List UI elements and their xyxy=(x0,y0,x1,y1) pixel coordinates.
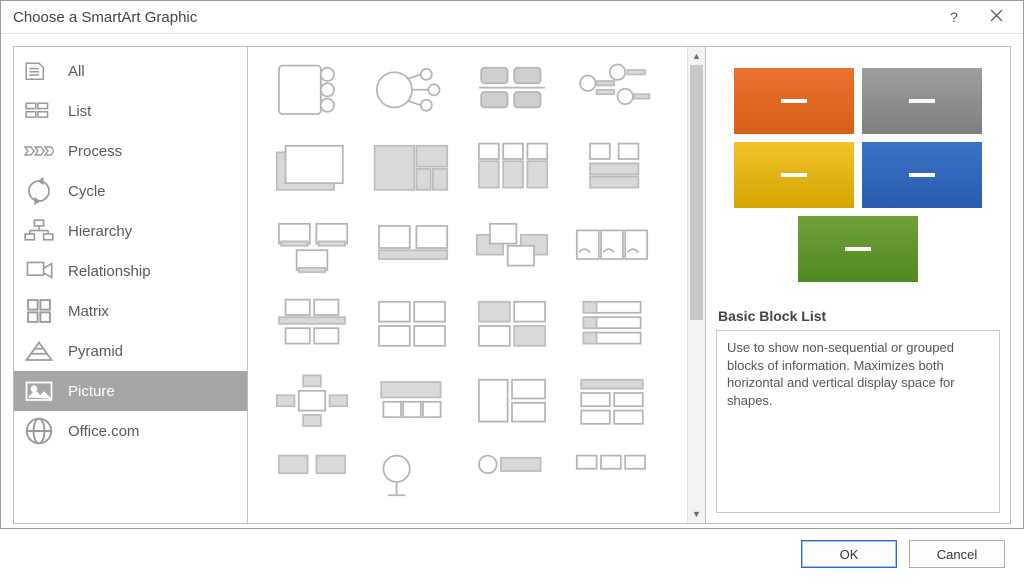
smartart-thumb[interactable] xyxy=(468,59,556,121)
smartart-thumb[interactable] xyxy=(368,371,456,433)
preview-block xyxy=(862,142,982,208)
window-title: Choose a SmartArt Graphic xyxy=(13,9,933,26)
category-picture[interactable]: Picture xyxy=(14,371,247,411)
category-label: Process xyxy=(68,143,237,160)
category-process[interactable]: Process xyxy=(14,131,247,171)
help-button[interactable]: ? xyxy=(933,1,975,33)
category-label: All xyxy=(68,63,237,80)
smartart-thumb[interactable] xyxy=(468,293,556,355)
category-cycle[interactable]: Cycle xyxy=(14,171,247,211)
smartart-thumb[interactable] xyxy=(268,137,356,199)
category-panel: All List Process xyxy=(13,46,248,524)
category-pyramid[interactable]: Pyramid xyxy=(14,331,247,371)
category-officecom[interactable]: Office.com xyxy=(14,411,247,451)
smartart-thumb[interactable] xyxy=(268,215,356,277)
scroll-track[interactable] xyxy=(688,65,705,505)
scroll-down-button[interactable]: ▼ xyxy=(688,505,705,523)
scroll-up-button[interactable]: ▲ xyxy=(688,47,705,65)
list-icon xyxy=(24,100,54,122)
cycle-icon xyxy=(24,180,54,202)
dialog-button-row: OK Cancel xyxy=(1,530,1023,578)
gallery-grid xyxy=(248,47,705,523)
smartart-thumb[interactable] xyxy=(268,293,356,355)
category-relationship[interactable]: Relationship xyxy=(14,251,247,291)
matrix-icon xyxy=(24,300,54,322)
smartart-thumb[interactable] xyxy=(368,137,456,199)
preview-blocks xyxy=(734,68,982,282)
smartart-dialog: Choose a SmartArt Graphic ? All xyxy=(0,0,1024,529)
category-hierarchy[interactable]: Hierarchy xyxy=(14,211,247,251)
smartart-thumb[interactable] xyxy=(468,137,556,199)
smartart-thumb[interactable] xyxy=(468,449,556,511)
smartart-thumb[interactable] xyxy=(568,215,656,277)
pyramid-icon xyxy=(24,340,54,362)
main-row: All List Process xyxy=(1,34,1023,530)
picture-icon xyxy=(24,380,54,402)
smartart-thumb[interactable] xyxy=(368,59,456,121)
hierarchy-icon xyxy=(24,220,54,242)
category-label: Cycle xyxy=(68,183,237,200)
category-label: List xyxy=(68,103,237,120)
gallery-scrollbar[interactable]: ▲ ▼ xyxy=(687,47,705,523)
category-label: Relationship xyxy=(68,263,237,280)
ok-button[interactable]: OK xyxy=(801,540,897,568)
category-label: Office.com xyxy=(68,423,237,440)
smartart-thumb[interactable] xyxy=(468,371,556,433)
gallery-panel: ▲ ▼ xyxy=(247,46,706,524)
all-icon xyxy=(24,60,54,82)
close-button[interactable] xyxy=(975,1,1017,33)
smartart-thumb[interactable] xyxy=(268,449,356,511)
description-body: Use to show non-sequential or grouped bl… xyxy=(716,330,1000,513)
process-icon xyxy=(24,140,54,162)
description-title: Basic Block List xyxy=(706,302,1010,328)
titlebar: Choose a SmartArt Graphic ? xyxy=(1,1,1023,34)
preview-block xyxy=(798,216,918,282)
category-label: Matrix xyxy=(68,303,237,320)
category-all[interactable]: All xyxy=(14,51,247,91)
preview-block xyxy=(862,68,982,134)
close-icon xyxy=(990,9,1003,25)
preview-block xyxy=(734,68,854,134)
category-matrix[interactable]: Matrix xyxy=(14,291,247,331)
smartart-thumb[interactable] xyxy=(368,293,456,355)
category-label: Picture xyxy=(68,383,237,400)
help-icon: ? xyxy=(950,9,958,25)
smartart-thumb[interactable] xyxy=(468,215,556,277)
dialog-body: All List Process xyxy=(1,34,1023,578)
smartart-thumb[interactable] xyxy=(568,371,656,433)
relationship-icon xyxy=(24,260,54,282)
preview-block xyxy=(734,142,854,208)
category-label: Hierarchy xyxy=(68,223,237,240)
scroll-thumb[interactable] xyxy=(690,65,703,320)
category-label: Pyramid xyxy=(68,343,237,360)
smartart-thumb[interactable] xyxy=(568,59,656,121)
category-list[interactable]: List xyxy=(14,91,247,131)
preview-area xyxy=(706,47,1010,302)
smartart-thumb[interactable] xyxy=(568,293,656,355)
smartart-thumb[interactable] xyxy=(368,449,456,511)
smartart-thumb[interactable] xyxy=(268,59,356,121)
cancel-button[interactable]: Cancel xyxy=(909,540,1005,568)
smartart-thumb[interactable] xyxy=(368,215,456,277)
smartart-thumb[interactable] xyxy=(568,449,656,511)
description-panel: Basic Block List Use to show non-sequent… xyxy=(705,46,1011,524)
globe-icon xyxy=(24,420,54,442)
smartart-thumb[interactable] xyxy=(268,371,356,433)
smartart-thumb[interactable] xyxy=(568,137,656,199)
gallery-scroll xyxy=(248,47,705,523)
